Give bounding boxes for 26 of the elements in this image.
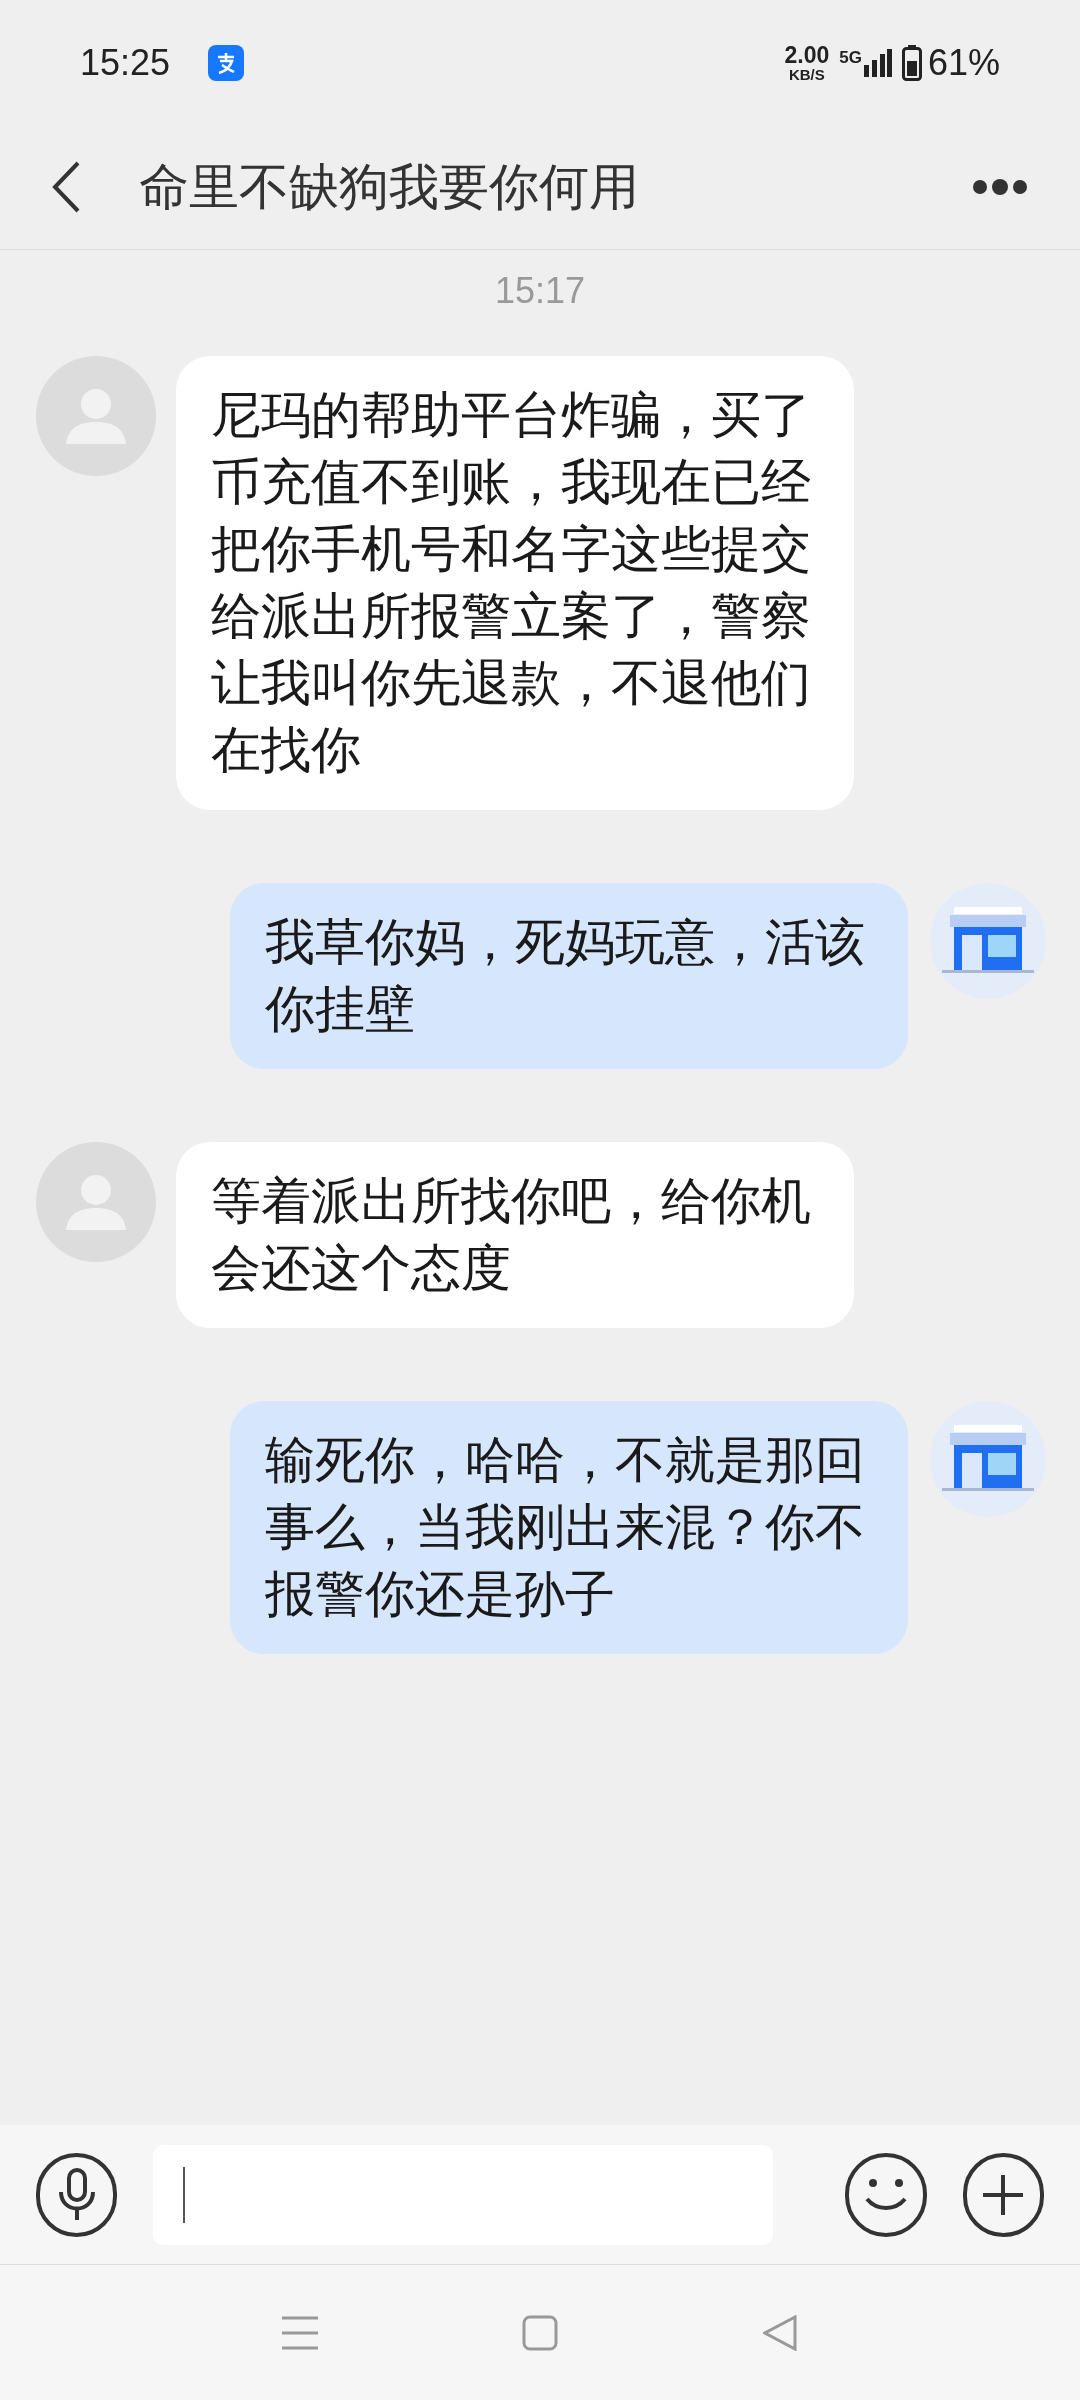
voice-button[interactable]	[36, 2152, 118, 2237]
message-text: 尼玛的帮助平台炸骗，买了币充值不到账，我现在已经把你手机号和名字这些提交给派出所报警立案了，警察让我叫你先退款，不退他们在找你	[211, 386, 812, 780]
message-text: 输死你，哈哈，不就是那回事么，当我刚出来混？你不报警你还是孙子	[265, 1431, 866, 1624]
message-input[interactable]	[153, 2144, 774, 2245]
menu-icon	[282, 2314, 318, 2351]
message-time: 15:17	[494, 269, 586, 313]
battery-level: 61%	[927, 40, 1000, 85]
add-button[interactable]	[962, 2152, 1044, 2237]
battery-icon	[901, 44, 922, 81]
plus-icon	[981, 2172, 1026, 2217]
payment-app-icon	[208, 44, 245, 81]
speed-unit: KB/S	[788, 66, 825, 82]
message-text: 等着派出所找你吧，给你机会还这个态度	[211, 1172, 812, 1298]
back-nav-button[interactable]	[760, 2312, 800, 2353]
more-icon	[972, 179, 1028, 195]
message-text: 我草你妈，死妈玩意，活该你挂壁	[265, 913, 866, 1039]
status-time: 15:25	[80, 40, 171, 85]
network-type: 5G	[839, 48, 862, 66]
back-icon	[50, 159, 82, 215]
signal-icon	[863, 48, 892, 77]
emoji-button[interactable]	[845, 2152, 927, 2237]
microphone-icon	[56, 2167, 97, 2222]
square-icon	[522, 2314, 558, 2351]
chat-title: 命里不缺狗我要你何用	[139, 157, 639, 217]
network-speed: 2.00	[784, 43, 830, 67]
triangle-icon	[763, 2314, 797, 2351]
